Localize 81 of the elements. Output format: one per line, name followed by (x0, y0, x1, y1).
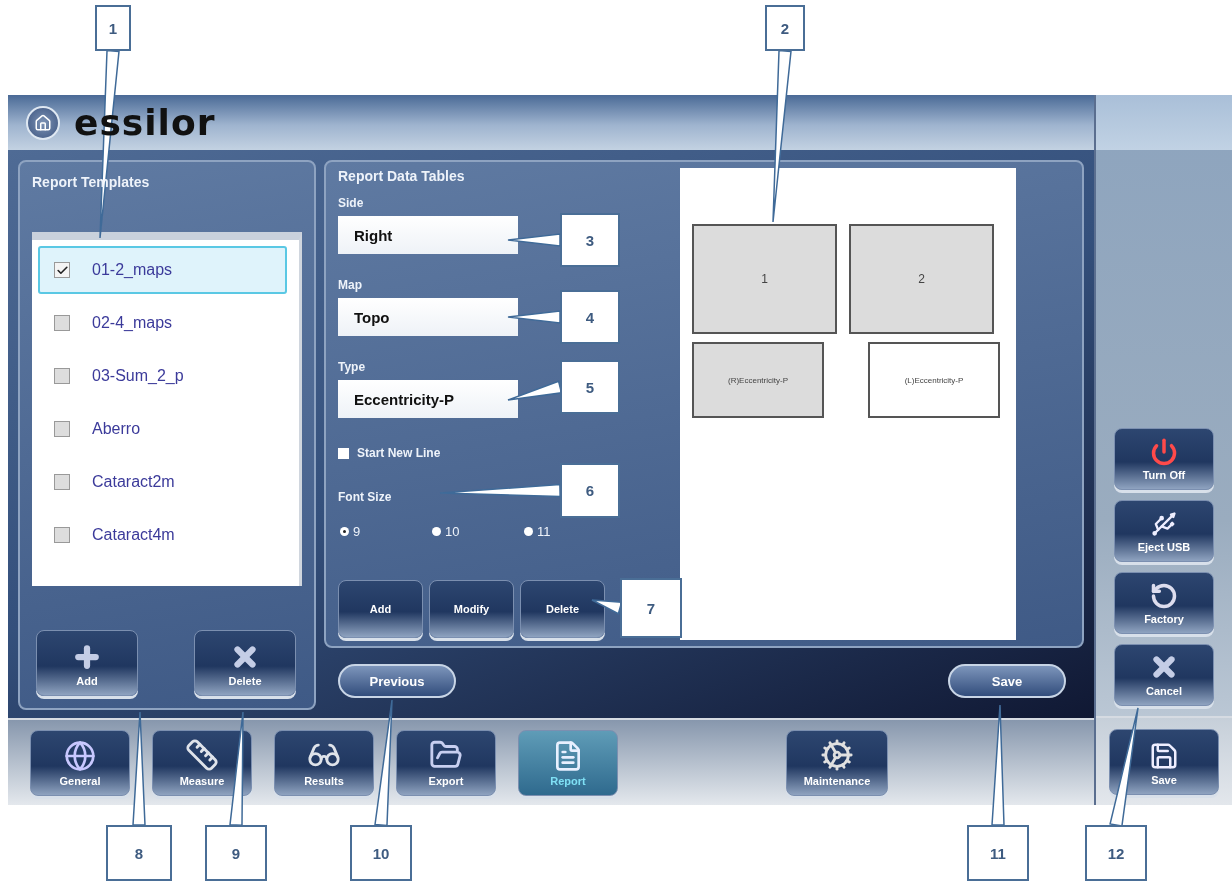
field-label: Type (338, 360, 366, 374)
check-icon (55, 263, 69, 277)
checkbox-label: Start New Line (357, 446, 441, 460)
callout-number: 9 (205, 825, 267, 881)
table-button[interactable]: Delete (520, 580, 605, 638)
template-button[interactable]: Delete (194, 630, 296, 696)
radio-button[interactable] (524, 527, 533, 536)
checkbox[interactable] (338, 447, 349, 459)
callout-number: 11 (967, 825, 1029, 881)
table-slot[interactable]: (L)Eccentricity-P (868, 342, 1000, 418)
callout-number: 2 (765, 5, 805, 51)
callout-number: 5 (560, 360, 620, 414)
checkbox[interactable] (54, 368, 70, 384)
power-icon (1150, 438, 1178, 466)
nav-button[interactable]: Export (396, 729, 496, 796)
checkbox[interactable] (54, 421, 70, 437)
field-label: Side (338, 196, 364, 210)
usb-icon (1150, 510, 1178, 538)
checkbox[interactable] (54, 315, 70, 331)
template-button[interactable]: Add (36, 630, 138, 696)
checkbox[interactable] (54, 262, 70, 278)
template-item[interactable]: 01-2_maps (38, 246, 287, 294)
side-button[interactable]: Eject USB (1114, 500, 1214, 562)
template-item[interactable]: Cataract4m (38, 511, 287, 559)
template-item[interactable]: Cataract2m (38, 458, 287, 506)
checkbox[interactable] (54, 474, 70, 490)
radio-label: 10 (445, 524, 460, 539)
side-button[interactable]: Turn Off (1114, 428, 1214, 490)
checkbox[interactable] (54, 527, 70, 543)
side-button[interactable]: Cancel (1114, 644, 1214, 706)
plus-icon (72, 642, 102, 672)
template-name: 02-4_maps (92, 314, 173, 332)
nav-button[interactable]: General (30, 729, 130, 796)
callout-number: 1 (95, 5, 131, 51)
template-name: Aberro (92, 420, 141, 438)
radio-label: 9 (353, 524, 361, 539)
input-field[interactable]: Eccentricity-P (338, 380, 518, 418)
leader-line (507, 310, 561, 324)
table-button[interactable]: Add (338, 580, 423, 638)
callout-number: 10 (350, 825, 412, 881)
radio-button[interactable] (340, 527, 349, 536)
home-icon (34, 113, 52, 132)
template-item[interactable]: Aberro (38, 405, 287, 453)
table-button[interactable]: Modify (429, 580, 514, 638)
callout-number: 4 (560, 290, 620, 344)
callout-number: 3 (560, 213, 620, 267)
panel-title: Report Data Tables (338, 168, 466, 184)
callout-number: 12 (1085, 825, 1147, 881)
callout-number: 8 (106, 825, 172, 881)
leader-line (591, 599, 623, 615)
leader-line (507, 380, 563, 401)
home-button[interactable] (26, 105, 60, 140)
template-item[interactable]: 03-Sum_2_p (38, 352, 287, 400)
side-button[interactable]: Factory (1114, 572, 1214, 634)
nav-button[interactable]: Results (274, 729, 374, 796)
table-slot[interactable]: (R)Eccentricity-P (692, 342, 824, 418)
callout-number: 7 (620, 578, 682, 638)
template-item[interactable]: 02-4_maps (38, 299, 287, 347)
field-label: Font Size (338, 490, 392, 504)
map-slot[interactable]: 2 (849, 224, 994, 334)
nav-button[interactable]: Maintenance (786, 729, 888, 796)
input-field[interactable]: Topo (338, 298, 518, 336)
radio-label: 11 (537, 524, 551, 539)
input-field[interactable]: Right (338, 216, 518, 254)
template-name: 01-2_maps (92, 261, 173, 279)
save-button[interactable]: Save (948, 664, 1066, 698)
field-label: Map (338, 278, 362, 292)
side-save-button[interactable]: Save (1109, 728, 1219, 795)
template-name: Cataract4m (92, 526, 175, 544)
leader-line (507, 233, 561, 247)
radio-button[interactable] (432, 527, 441, 536)
reset-icon (1150, 582, 1178, 610)
template-name: 03-Sum_2_p (92, 367, 184, 385)
previous-button[interactable]: Previous (338, 664, 456, 698)
globe-icon (64, 739, 96, 772)
callout-number: 6 (560, 463, 620, 518)
logo: essilor (74, 102, 216, 143)
map-slot[interactable]: 1 (692, 224, 837, 334)
ruler-icon (185, 737, 219, 772)
template-name: Cataract2m (92, 473, 175, 491)
nav-button[interactable]: Measure (152, 729, 252, 796)
